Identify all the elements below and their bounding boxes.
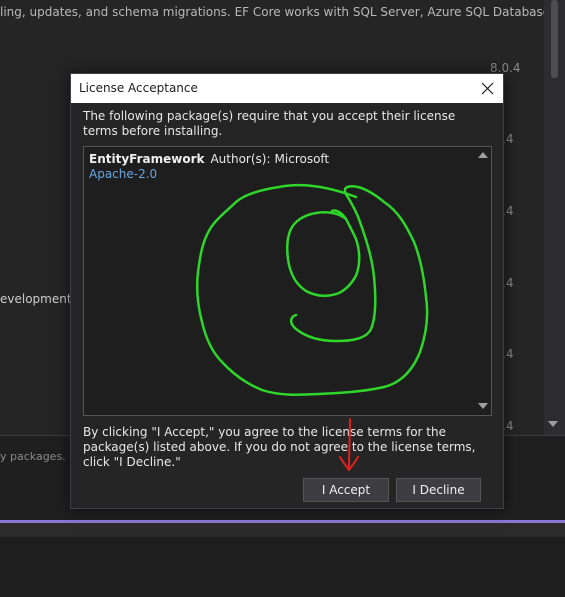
license-acceptance-dialog: License Acceptance The following package… [70,73,504,509]
list-item: EntityFramework Author(s): Microsoft Apach… [89,152,469,182]
bottom-panel-text: y packages. [0,450,66,463]
dialog-titlebar[interactable]: License Acceptance [71,74,503,103]
package-name: EntityFramework [89,152,205,166]
decline-button[interactable]: I Decline [396,478,481,502]
package-author: Microsoft [274,152,330,166]
scroll-down-arrow-icon[interactable] [478,403,488,409]
green-scribble-annotation [195,183,429,397]
close-icon [481,82,494,95]
status-strip [0,523,565,537]
authors-label: Author(s): [210,152,271,166]
background-scrollbar[interactable] [544,0,565,435]
close-button[interactable] [473,74,503,103]
scrollbar-thumb[interactable] [551,0,558,78]
license-link[interactable]: Apache-2.0 [89,167,469,182]
package-list[interactable]: EntityFramework Author(s): Microsoft Apach… [83,146,492,416]
license-notice-text: By clicking "I Accept," you agree to the… [83,425,476,469]
scroll-down-arrow-icon[interactable] [548,421,558,427]
intro-text: The following package(s) require that yo… [83,109,456,138]
lower-panel [0,537,565,597]
scroll-up-arrow-icon[interactable] [478,152,488,158]
list-scrollbar[interactable] [474,147,491,415]
dialog-title: License Acceptance [79,81,198,95]
accept-button[interactable]: I Accept [303,478,389,502]
package-description: ling, updates, and schema migrations. EF… [0,5,554,19]
